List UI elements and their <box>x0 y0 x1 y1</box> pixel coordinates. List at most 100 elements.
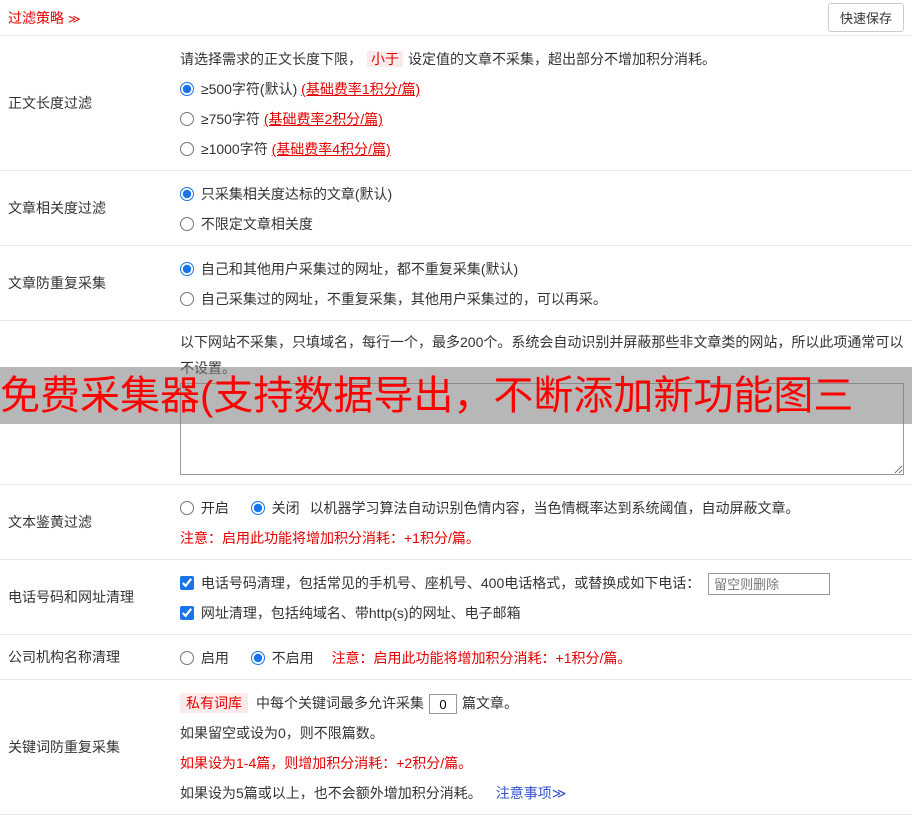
blacklist-intro: 以下网站不采集，只填域名，每行一个，最多200个。系统会自动识别并屏蔽那些非文章… <box>180 334 904 376</box>
intro-after: 设定值的文章不采集，超出部分不增加积分消耗。 <box>408 51 716 67</box>
body-length-intro: 请选择需求的正文长度下限， 小于 设定值的文章不采集，超出部分不增加积分消耗。 <box>180 44 904 74</box>
section-site-blacklist: 以下网站不采集，只填域名，每行一个，最多200个。系统会自动识别并屏蔽那些非文章… <box>0 321 912 485</box>
option-label: 启用 <box>200 650 229 666</box>
option-label: 只采集相关度达标的文章(默认) <box>200 186 393 202</box>
option-company-off[interactable]: 不启用 <box>250 650 318 666</box>
keyword-line2: 如果留空或设为0，则不限篇数。 <box>180 725 384 741</box>
porn-filter-content: 开启 关闭 以机器学习算法自动识别色情内容，当色情概率达到系统阈值，自动屏蔽文章… <box>176 485 912 559</box>
phone-clean-option[interactable]: 电话号码清理，包括常见的手机号、座机号、400电话格式，或替换成如下电话： <box>180 575 704 591</box>
radio-min-500[interactable] <box>180 82 194 96</box>
option-relevance-strict[interactable]: 只采集相关度达标的文章(默认) <box>180 186 392 202</box>
option-porn-on[interactable]: 开启 <box>180 500 233 516</box>
intro-before: 请选择需求的正文长度下限， <box>180 51 362 67</box>
radio-porn-off[interactable] <box>250 501 265 515</box>
radio-dedup-all-users[interactable] <box>180 262 194 276</box>
quick-save-button[interactable]: 快速保存 <box>827 3 904 32</box>
option-label: 开启 <box>200 500 229 516</box>
dedup-label: 文章防重复采集 <box>8 275 106 291</box>
option-label: 自己和其他用户采集过的网址，都不重复采集(默认) <box>200 261 519 277</box>
radio-company-off[interactable] <box>250 651 265 665</box>
option-label: ≥500字符(默认) <box>200 81 298 97</box>
option-dedup-self-only[interactable]: 自己采集过的网址，不重复采集，其他用户采集过的，可以再采。 <box>180 291 607 307</box>
chevron-double-down-icon: ≫ <box>68 11 81 26</box>
option-label: ≥750字符 <box>200 111 260 127</box>
option-label: ≥1000字符 <box>200 141 268 157</box>
relevance-label: 文章相关度过滤 <box>8 200 106 216</box>
page-title-text: 过滤策略 <box>8 9 64 26</box>
company-clean-content: 启用 不启用 注意：启用此功能将增加积分消耗：+1积分/篇。 <box>176 635 912 679</box>
porn-filter-desc: 以机器学习算法自动识别色情内容，当色情概率达到系统阈值，自动屏蔽文章。 <box>309 500 800 516</box>
option-min-500[interactable]: ≥500字符(默认) (基础费率1积分/篇) <box>180 81 420 97</box>
option-note: (基础费率2积分/篇) <box>263 111 383 127</box>
option-row: 开启 关闭 以机器学习算法自动识别色情内容，当色情概率达到系统阈值，自动屏蔽文章… <box>180 493 904 523</box>
option-row: 网址清理，包括纯域名、带http(s)的网址、电子邮箱 <box>180 598 904 628</box>
option-row: 电话号码清理，包括常见的手机号、座机号、400电话格式，或替换成如下电话： <box>180 568 904 598</box>
option-dedup-all-users[interactable]: 自己和其他用户采集过的网址，都不重复采集(默认) <box>180 261 518 277</box>
page-title[interactable]: 过滤策略 ≫ <box>8 8 81 28</box>
keyword-dedup-label: 关键词防重复采集 <box>8 739 120 755</box>
section-body-length-filter: 正文长度过滤 请选择需求的正文长度下限， 小于 设定值的文章不采集，超出部分不增加积… <box>0 36 912 171</box>
option-relevance-any[interactable]: 不限定文章相关度 <box>180 216 313 232</box>
option-row: ≥750字符 (基础费率2积分/篇) <box>180 104 904 134</box>
private-lexicon-tag: 私有词库 <box>180 693 248 713</box>
body-length-label: 正文长度过滤 <box>8 95 92 111</box>
blacklist-textarea[interactable] <box>180 383 904 475</box>
option-note: (基础费率4积分/篇) <box>271 141 391 157</box>
option-label: 不启用 <box>271 650 314 666</box>
option-row: 只采集相关度达标的文章(默认) <box>180 179 904 209</box>
option-min-750[interactable]: ≥750字符 (基础费率2积分/篇) <box>180 111 383 127</box>
section-company-clean: 公司机构名称清理 启用 不启用 注意：启用此功能将增加积分消耗：+1积分/篇。 <box>0 635 912 680</box>
option-row: 自己和其他用户采集过的网址，都不重复采集(默认) <box>180 254 904 284</box>
body-length-content: 请选择需求的正文长度下限， 小于 设定值的文章不采集，超出部分不增加积分消耗。 ≥5… <box>176 36 912 170</box>
radio-dedup-self-only[interactable] <box>180 292 194 306</box>
porn-filter-warning: 注意：启用此功能将增加积分消耗：+1积分/篇。 <box>180 530 480 546</box>
option-company-on[interactable]: 启用 <box>180 650 233 666</box>
radio-relevance-any[interactable] <box>180 217 194 231</box>
phone-url-label: 电话号码和网址清理 <box>8 589 134 605</box>
option-note: (基础费率1积分/篇) <box>301 81 421 97</box>
url-clean-option[interactable]: 网址清理，包括纯域名、带http(s)的网址、电子邮箱 <box>180 605 521 621</box>
url-clean-label: 网址清理，包括纯域名、带http(s)的网址、电子邮箱 <box>200 605 521 621</box>
section-relevance-filter: 文章相关度过滤 只采集相关度达标的文章(默认) 不限定文章相关度 <box>0 171 912 246</box>
radio-min-750[interactable] <box>180 112 194 126</box>
phone-replacement-input[interactable] <box>708 573 831 596</box>
option-row: ≥500字符(默认) (基础费率1积分/篇) <box>180 74 904 104</box>
company-clean-label: 公司机构名称清理 <box>8 649 120 665</box>
phone-clean-checkbox[interactable] <box>180 576 194 590</box>
keyword-line3: 如果设为1-4篇，则增加积分消耗：+2积分/篇。 <box>180 755 473 771</box>
relevance-content: 只采集相关度达标的文章(默认) 不限定文章相关度 <box>176 171 912 245</box>
site-blacklist-label <box>0 321 176 484</box>
porn-filter-label: 文本鉴黄过滤 <box>8 514 92 530</box>
radio-company-on[interactable] <box>180 651 194 665</box>
url-clean-checkbox[interactable] <box>180 606 194 620</box>
company-clean-warning: 注意：启用此功能将增加积分消耗：+1积分/篇。 <box>331 650 632 666</box>
section-dedup-collection: 文章防重复采集 自己和其他用户采集过的网址，都不重复采集(默认) 自己采集过的网… <box>0 246 912 321</box>
keyword-count-input[interactable] <box>429 694 457 715</box>
option-row: 启用 不启用 注意：启用此功能将增加积分消耗：+1积分/篇。 <box>180 643 904 673</box>
section-porn-filter: 文本鉴黄过滤 开启 关闭 以机器学习算法自动识别色情内容，当色情概率达到系统阈值… <box>0 485 912 560</box>
keyword-line4-row: 如果设为5篇或以上，也不会额外增加积分消耗。 注意事项≫ <box>180 778 904 808</box>
option-porn-off[interactable]: 关闭 <box>250 500 304 516</box>
option-label: 关闭 <box>271 500 300 516</box>
option-label: 自己采集过的网址，不重复采集，其他用户采集过的，可以再采。 <box>200 291 607 307</box>
notes-link[interactable]: 注意事项≫ <box>496 785 567 801</box>
section-phone-url-clean: 电话号码和网址清理 电话号码清理，包括常见的手机号、座机号、400电话格式，或替… <box>0 560 912 635</box>
option-row: 自己采集过的网址，不重复采集，其他用户采集过的，可以再采。 <box>180 284 904 314</box>
radio-porn-on[interactable] <box>180 501 194 515</box>
less-than-highlight: 小于 <box>367 51 403 67</box>
site-blacklist-content: 以下网站不采集，只填域名，每行一个，最多200个。系统会自动识别并屏蔽那些非文章… <box>176 321 912 484</box>
option-label: 不限定文章相关度 <box>200 216 313 232</box>
keyword-line1-text: 中每个关键词最多允许采集 <box>256 695 424 711</box>
radio-min-1000[interactable] <box>180 142 194 156</box>
topbar: 过滤策略 ≫ 快速保存 <box>0 0 912 36</box>
keyword-line1-after: 篇文章。 <box>462 695 518 711</box>
option-min-1000[interactable]: ≥1000字符 (基础费率4积分/篇) <box>180 141 391 157</box>
keyword-count-row: 私有词库中每个关键词最多允许采集 篇文章。 <box>180 688 904 718</box>
keyword-line4: 如果设为5篇或以上，也不会额外增加积分消耗。 <box>180 785 482 801</box>
phone-url-content: 电话号码清理，包括常见的手机号、座机号、400电话格式，或替换成如下电话： 网址… <box>176 560 912 634</box>
radio-relevance-strict[interactable] <box>180 187 194 201</box>
dedup-content: 自己和其他用户采集过的网址，都不重复采集(默认) 自己采集过的网址，不重复采集，… <box>176 246 912 320</box>
section-keyword-dedup: 关键词防重复采集 私有词库中每个关键词最多允许采集 篇文章。 如果留空或设为0，则… <box>0 680 912 815</box>
keyword-dedup-content: 私有词库中每个关键词最多允许采集 篇文章。 如果留空或设为0，则不限篇数。 如果设… <box>176 680 912 814</box>
option-row: 不限定文章相关度 <box>180 209 904 239</box>
